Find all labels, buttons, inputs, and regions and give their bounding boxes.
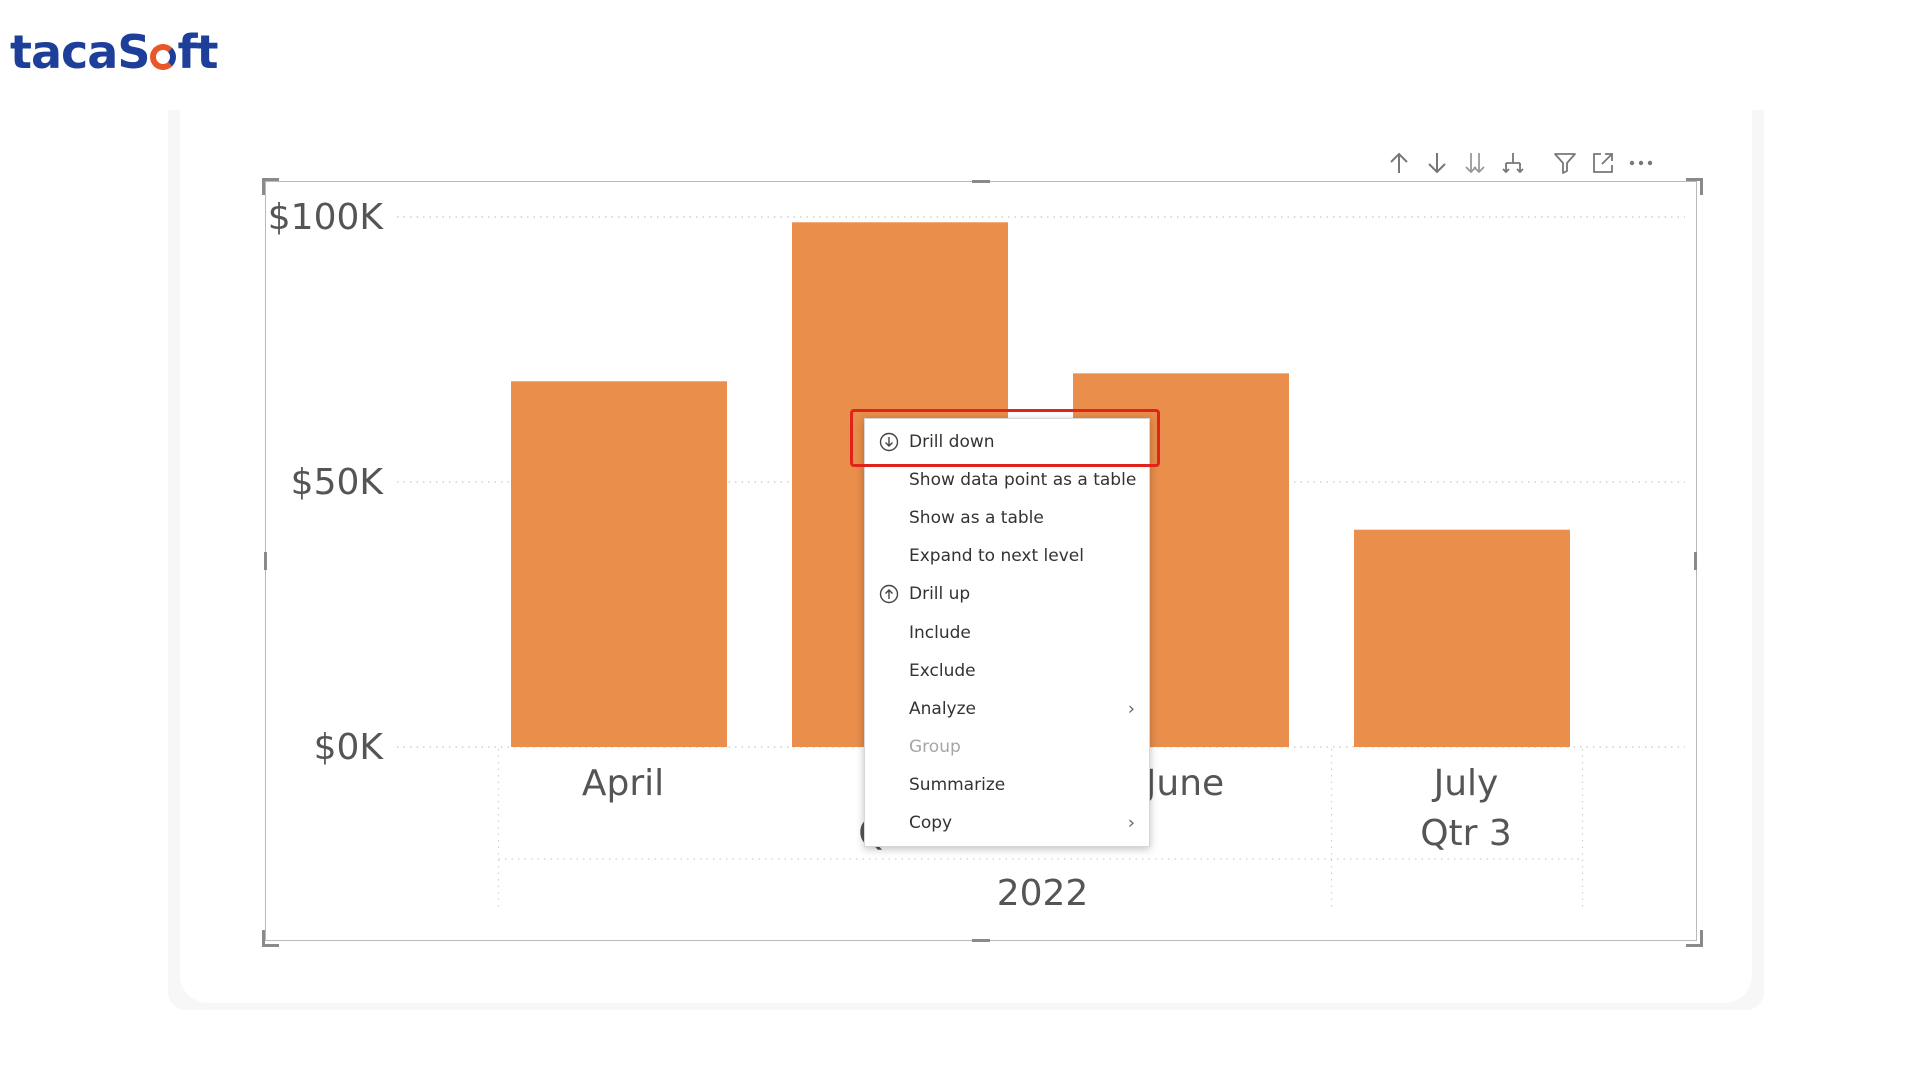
go-to-next-level-icon[interactable] xyxy=(1456,148,1494,178)
ctx-item-summarize[interactable]: Summarize xyxy=(865,766,1149,804)
bar-april xyxy=(511,381,727,747)
drill-up-icon[interactable] xyxy=(1380,148,1418,178)
expand-hierarchy-icon[interactable] xyxy=(1494,148,1532,178)
drill-up-circle-icon xyxy=(879,585,899,604)
ctx-item-label: Drill up xyxy=(909,584,971,605)
ctx-item-label: Group xyxy=(909,736,961,757)
ctx-item-label: Exclude xyxy=(909,660,976,681)
logo-text-part-2: S xyxy=(117,25,150,79)
x-tick-label: June xyxy=(1144,763,1224,804)
focus-mode-icon[interactable] xyxy=(1584,148,1622,178)
x-tick-label: July xyxy=(1432,763,1499,804)
bar-july xyxy=(1354,529,1570,747)
ctx-item-label: Show data point as a table xyxy=(909,470,1137,491)
ctx-item-group: Group xyxy=(865,728,1149,766)
tacasoft-logo: tacaS ft xyxy=(10,24,219,80)
y-tick-label: $0K xyxy=(314,727,385,768)
ctx-item-label: Copy xyxy=(909,812,953,833)
chevron-right-icon: › xyxy=(1127,812,1135,834)
ctx-item-exclude[interactable]: Exclude xyxy=(865,652,1149,690)
ctx-item-label: Show as a table xyxy=(909,508,1044,529)
logo-text-part-1: taca xyxy=(10,25,118,79)
more-options-icon[interactable] xyxy=(1622,148,1660,178)
quarter-label: Qtr 3 xyxy=(1420,813,1512,854)
logo-o-ring-icon xyxy=(150,44,177,70)
y-tick-label: $100K xyxy=(268,197,385,238)
ctx-item-label: Analyze xyxy=(909,698,976,719)
x-tick-label: April xyxy=(582,763,664,804)
ctx-item-drill-up[interactable]: Drill up xyxy=(865,575,1149,613)
ctx-item-analyze[interactable]: Analyze › xyxy=(865,690,1149,728)
ctx-item-label: Include xyxy=(909,622,971,643)
ctx-item-label: Summarize xyxy=(909,774,1006,795)
ctx-item-show-as-table[interactable]: Show as a table xyxy=(865,499,1149,537)
ctx-item-show-data-point-as-table[interactable]: Show data point as a table xyxy=(865,461,1149,499)
drill-down-icon[interactable] xyxy=(1418,148,1456,178)
y-tick-label: $50K xyxy=(291,462,385,503)
filter-icon[interactable] xyxy=(1546,148,1584,178)
logo-text-part-3: ft xyxy=(177,25,218,79)
year-label: 2022 xyxy=(997,873,1089,914)
visual-header-toolbar xyxy=(1380,148,1660,178)
ctx-item-expand-to-next-level[interactable]: Expand to next level xyxy=(865,537,1149,575)
ctx-item-copy[interactable]: Copy › xyxy=(865,804,1149,842)
context-menu: Drill down Show data point as a table Sh… xyxy=(864,418,1150,848)
chevron-right-icon: › xyxy=(1127,698,1135,720)
ctx-item-label: Drill down xyxy=(909,432,995,453)
ctx-item-include[interactable]: Include xyxy=(865,613,1149,651)
ctx-item-label: Expand to next level xyxy=(909,546,1084,567)
screenshot-root: tacaS ft $0K $50K $100K April June July … xyxy=(0,0,1920,1080)
drill-down-circle-icon xyxy=(879,432,899,452)
ctx-item-drill-down[interactable]: Drill down xyxy=(865,423,1149,461)
